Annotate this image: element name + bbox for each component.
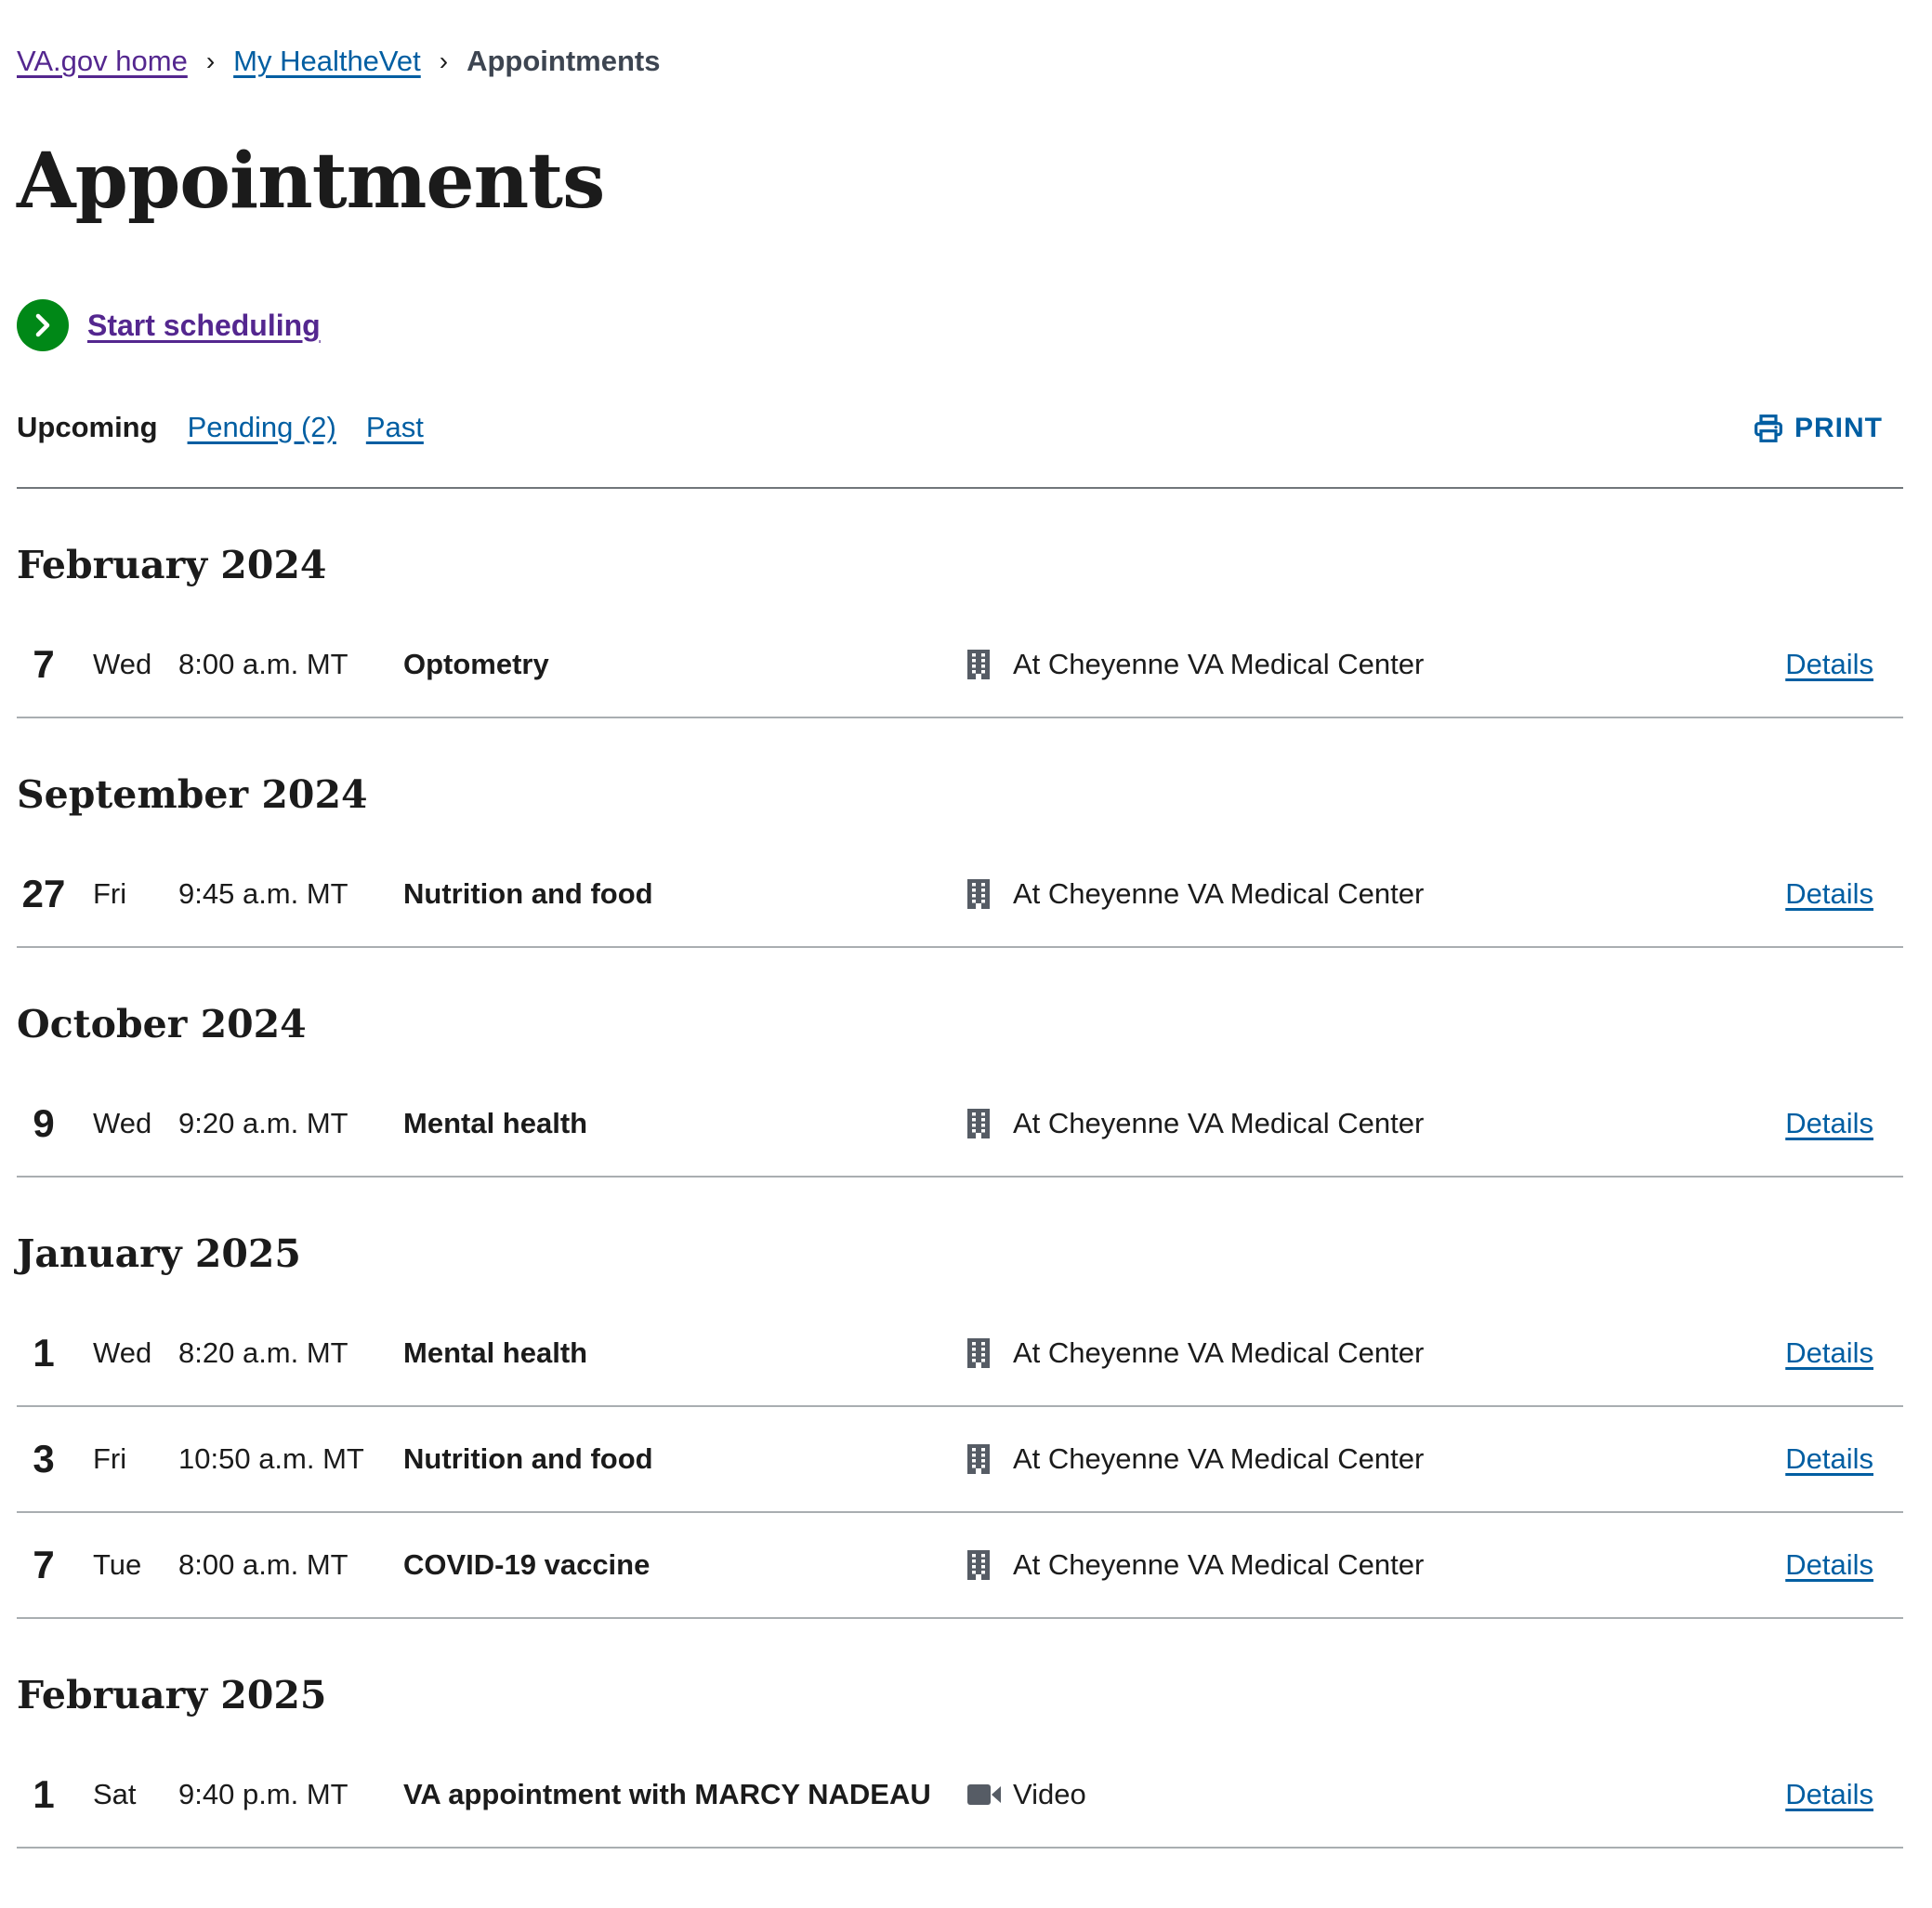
appointment-weekday: Wed — [93, 1336, 152, 1369]
appointment-location-label: At Cheyenne VA Medical Center — [1013, 877, 1425, 910]
appointment-time: 9:45 a.m. MT — [178, 877, 348, 910]
breadcrumb: VA.gov home › My HealtheVet › Appointmen… — [17, 0, 1903, 82]
main-content: VA.gov home › My HealtheVet › Appointmen… — [17, 0, 1903, 1849]
chevron-right-icon — [17, 299, 69, 351]
tab-past[interactable]: Past — [366, 411, 424, 444]
appointment-day: 9 — [33, 1101, 55, 1145]
building-icon — [966, 1337, 1004, 1369]
appointment-time: 10:50 a.m. MT — [178, 1442, 364, 1475]
month-section: January 2025 1 Wed 8:20 a.m. MT Mental healt… — [17, 1178, 1903, 1619]
start-scheduling-label: Start scheduling — [87, 308, 321, 342]
appointment-type: COVID-19 vaccine — [403, 1548, 651, 1581]
appointment-time: 8:00 a.m. MT — [178, 1548, 348, 1581]
appointment-day: 3 — [33, 1437, 55, 1480]
appointment-type: Nutrition and food — [403, 1442, 653, 1475]
appointment-location: Video — [966, 1778, 1086, 1811]
appointment-location-label: Video — [1013, 1778, 1086, 1810]
appointment-row[interactable]: 1 Wed 8:20 a.m. MT Mental health At Cheyenne… — [17, 1301, 1903, 1407]
appointment-location: At Cheyenne VA Medical Center — [966, 1548, 1424, 1582]
print-button[interactable]: PRINT — [1754, 413, 1883, 444]
appointment-type: Nutrition and food — [403, 877, 653, 910]
month-heading: February 2025 — [17, 1673, 327, 1717]
appointment-weekday: Fri — [93, 877, 127, 910]
appointment-location-label: At Cheyenne VA Medical Center — [1013, 1442, 1425, 1475]
appointment-row[interactable]: 7 Tue 8:00 a.m. MT COVID-19 vaccine At Cheye… — [17, 1513, 1903, 1619]
month-section: September 2024 27 Fri 9:45 a.m. MT Nutrition… — [17, 718, 1903, 948]
appointment-weekday: Wed — [93, 648, 152, 680]
appointment-tabs: Upcoming Pending (2) Past PRINT — [17, 400, 1903, 489]
appointment-location: At Cheyenne VA Medical Center — [966, 1107, 1424, 1140]
appointment-location-label: At Cheyenne VA Medical Center — [1013, 1107, 1425, 1139]
appointment-type: Mental health — [403, 1107, 588, 1139]
print-label: PRINT — [1794, 413, 1883, 443]
building-icon — [966, 1549, 1004, 1581]
building-icon — [966, 1108, 1004, 1139]
appointment-row[interactable]: 7 Wed 8:00 a.m. MT Optometry At Cheyenne VA … — [17, 612, 1903, 718]
start-scheduling-link[interactable]: Start scheduling — [17, 299, 1903, 351]
month-heading: September 2024 — [17, 772, 368, 817]
appointment-location: At Cheyenne VA Medical Center — [966, 1336, 1424, 1370]
details-link[interactable]: Details — [1785, 1548, 1873, 1582]
details-link[interactable]: Details — [1785, 1778, 1873, 1811]
appointments-by-month: February 2024 7 Wed 8:00 a.m. MT Optometry At… — [17, 489, 1903, 1849]
breadcrumb-link-home[interactable]: VA.gov home — [17, 45, 188, 78]
details-link[interactable]: Details — [1785, 877, 1873, 911]
appointment-list: 27 Fri 9:45 a.m. MT Nutrition and food At Ch… — [17, 842, 1903, 948]
building-icon — [966, 649, 1004, 680]
appointment-list: 1 Wed 8:20 a.m. MT Mental health At Cheyenne… — [17, 1301, 1903, 1619]
appointment-location-label: At Cheyenne VA Medical Center — [1013, 648, 1425, 680]
appointment-day: 1 — [33, 1772, 55, 1816]
appointment-day: 7 — [33, 1543, 55, 1586]
appointment-day: 1 — [33, 1331, 55, 1375]
page-title: Appointments — [17, 137, 605, 226]
month-section: February 2024 7 Wed 8:00 a.m. MT Optometry At… — [17, 489, 1903, 718]
building-icon — [966, 878, 1004, 910]
appointment-location: At Cheyenne VA Medical Center — [966, 1442, 1424, 1476]
appointment-weekday: Sat — [93, 1778, 137, 1810]
appointment-type: VA appointment with MARCY NADEAU — [403, 1778, 931, 1810]
appointment-type: Optometry — [403, 648, 549, 680]
page: VA.gov home › My HealtheVet › Appointmen… — [0, 0, 1932, 1908]
appointment-time: 9:40 p.m. MT — [178, 1778, 348, 1810]
breadcrumb-link-myhealthevet[interactable]: My HealtheVet — [233, 45, 421, 78]
appointment-list: 7 Wed 8:00 a.m. MT Optometry At Cheyenne VA … — [17, 612, 1903, 718]
appointment-time: 9:20 a.m. MT — [178, 1107, 348, 1139]
month-heading: October 2024 — [17, 1002, 307, 1046]
details-link[interactable]: Details — [1785, 648, 1873, 681]
appointment-row[interactable]: 1 Sat 9:40 p.m. MT VA appointment with MARC… — [17, 1743, 1903, 1849]
tab-upcoming[interactable]: Upcoming — [17, 411, 158, 444]
appointment-time: 8:00 a.m. MT — [178, 648, 348, 680]
appointment-location-label: At Cheyenne VA Medical Center — [1013, 1548, 1425, 1581]
appointment-list: 9 Wed 9:20 a.m. MT Mental health At Cheyenne… — [17, 1072, 1903, 1178]
appointment-location: At Cheyenne VA Medical Center — [966, 877, 1424, 911]
month-section: February 2025 1 Sat 9:40 p.m. MT VA appointm… — [17, 1619, 1903, 1849]
details-link[interactable]: Details — [1785, 1442, 1873, 1476]
breadcrumb-separator: › — [205, 46, 216, 75]
breadcrumb-separator: › — [439, 46, 449, 75]
details-link[interactable]: Details — [1785, 1336, 1873, 1370]
tab-pending[interactable]: Pending (2) — [188, 411, 336, 444]
appointment-row[interactable]: 3 Fri 10:50 a.m. MT Nutrition and food At Ch… — [17, 1407, 1903, 1513]
printer-icon — [1755, 414, 1782, 442]
month-section: October 2024 9 Wed 9:20 a.m. MT Mental healt… — [17, 948, 1903, 1178]
breadcrumb-current: Appointments — [467, 45, 661, 77]
appointment-time: 8:20 a.m. MT — [178, 1336, 348, 1369]
month-heading: January 2025 — [17, 1231, 301, 1276]
building-icon — [966, 1443, 1004, 1475]
appointment-row[interactable]: 9 Wed 9:20 a.m. MT Mental health At Cheyenne… — [17, 1072, 1903, 1178]
appointment-weekday: Wed — [93, 1107, 152, 1139]
appointment-weekday: Tue — [93, 1548, 142, 1581]
appointment-list: 1 Sat 9:40 p.m. MT VA appointment with MARC… — [17, 1743, 1903, 1849]
appointment-location-label: At Cheyenne VA Medical Center — [1013, 1336, 1425, 1369]
appointment-row[interactable]: 27 Fri 9:45 a.m. MT Nutrition and food At Ch… — [17, 842, 1903, 948]
video-camera-icon — [966, 1783, 1004, 1807]
appointment-day: 7 — [33, 642, 55, 686]
appointment-location: At Cheyenne VA Medical Center — [966, 648, 1424, 681]
appointment-type: Mental health — [403, 1336, 588, 1369]
appointment-weekday: Fri — [93, 1442, 127, 1475]
details-link[interactable]: Details — [1785, 1107, 1873, 1140]
appointment-day: 27 — [21, 872, 66, 915]
month-heading: February 2024 — [17, 543, 327, 587]
